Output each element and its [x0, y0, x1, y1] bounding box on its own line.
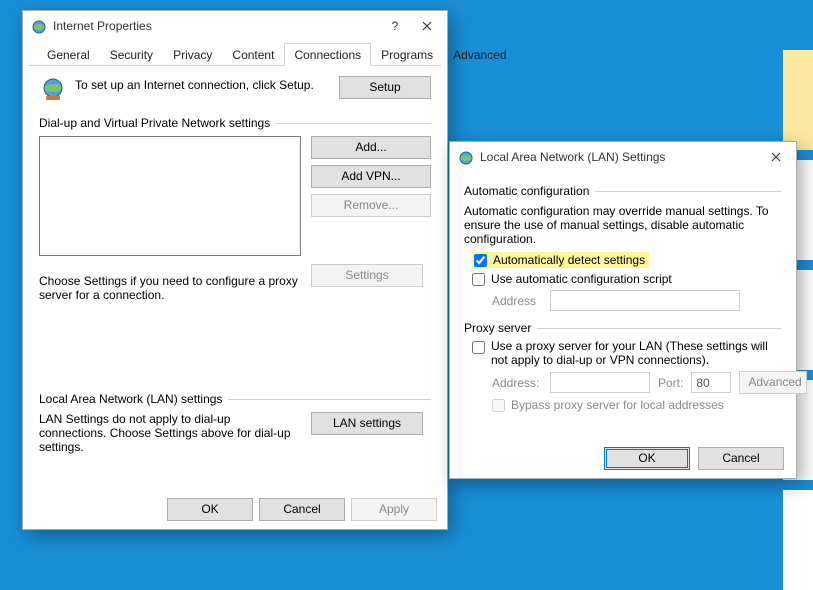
auto-detect-checkbox[interactable] [474, 254, 487, 267]
bypass-checkbox [492, 399, 505, 412]
auto-script-checkbox-row[interactable]: Use automatic configuration script [472, 272, 782, 286]
divider [228, 399, 431, 400]
dialup-heading: Dial-up and Virtual Private Network sett… [39, 116, 270, 130]
globe-plug-icon [39, 76, 67, 104]
proxy-address-input [550, 372, 650, 393]
proxy-address-row: Address: Port: Advanced [492, 371, 782, 394]
lan-heading: Local Area Network (LAN) settings [39, 392, 222, 406]
setup-instruction-text: To set up an Internet connection, click … [75, 76, 331, 92]
close-button[interactable] [760, 144, 792, 170]
script-address-input [550, 290, 740, 311]
window-title: Local Area Network (LAN) Settings [480, 150, 760, 164]
divider [537, 328, 782, 329]
auto-detect-checkbox-row[interactable]: Automatically detect settings [472, 252, 649, 268]
setup-button[interactable]: Setup [339, 76, 431, 99]
use-proxy-label: Use a proxy server for your LAN (These s… [491, 339, 782, 367]
tab-security[interactable]: Security [100, 43, 163, 66]
ok-button[interactable]: OK [604, 447, 690, 470]
tab-general[interactable]: General [37, 43, 100, 66]
lan-description-text: LAN Settings do not apply to dial-up con… [39, 412, 301, 454]
dialog-footer: OK Cancel Apply [167, 498, 437, 521]
use-proxy-checkbox[interactable] [472, 341, 485, 354]
script-address-row: Address [492, 290, 782, 311]
bypass-label: Bypass proxy server for local addresses [511, 398, 724, 412]
tab-programs[interactable]: Programs [371, 43, 443, 66]
settings-button: Settings [311, 264, 423, 287]
advanced-button: Advanced [739, 371, 807, 394]
address-label: Address [492, 294, 542, 308]
lan-settings-button[interactable]: LAN settings [311, 412, 423, 435]
add-button[interactable]: Add... [311, 136, 431, 159]
internet-properties-window: Internet Properties ? General Security P… [22, 10, 448, 530]
proxy-heading: Proxy server [464, 321, 531, 335]
automatic-config-heading: Automatic configuration [464, 184, 589, 198]
automatic-config-paragraph: Automatic configuration may override man… [464, 204, 782, 246]
bypass-checkbox-row: Bypass proxy server for local addresses [492, 398, 782, 412]
titlebar[interactable]: Internet Properties ? [23, 11, 447, 41]
tab-connections[interactable]: Connections [284, 43, 371, 66]
add-vpn-button[interactable]: Add VPN... [311, 165, 431, 188]
help-button[interactable]: ? [379, 13, 411, 39]
tab-privacy[interactable]: Privacy [163, 43, 222, 66]
tabs-row: General Security Privacy Content Connect… [29, 41, 441, 66]
proxy-port-label: Port: [658, 376, 683, 390]
cancel-button[interactable]: Cancel [259, 498, 345, 521]
use-proxy-checkbox-row[interactable]: Use a proxy server for your LAN (These s… [472, 339, 782, 367]
auto-script-label: Use automatic configuration script [491, 272, 672, 286]
tab-content[interactable]: Content [222, 43, 284, 66]
titlebar[interactable]: Local Area Network (LAN) Settings [450, 142, 796, 172]
remove-button: Remove... [311, 194, 431, 217]
dialup-connections-listbox[interactable] [39, 136, 301, 256]
internet-options-icon [458, 149, 474, 165]
tab-advanced[interactable]: Advanced [443, 43, 516, 66]
apply-button: Apply [351, 498, 437, 521]
proxy-port-input [691, 372, 731, 393]
lan-settings-window: Local Area Network (LAN) Settings Automa… [449, 141, 797, 479]
window-title: Internet Properties [53, 19, 379, 33]
ok-button[interactable]: OK [167, 498, 253, 521]
divider [276, 123, 431, 124]
choose-settings-text: Choose Settings if you need to configure… [39, 274, 301, 302]
proxy-address-label: Address: [492, 376, 542, 390]
cancel-button[interactable]: Cancel [698, 447, 784, 470]
lan-dialog-body: Automatic configuration Automatic config… [450, 172, 796, 420]
internet-options-icon [31, 18, 47, 34]
close-button[interactable] [411, 13, 443, 39]
auto-detect-label: Automatically detect settings [493, 253, 645, 267]
auto-script-checkbox[interactable] [472, 273, 485, 286]
divider [595, 191, 782, 192]
dialog-footer: OK Cancel [604, 447, 784, 470]
tab-content-area: To set up an Internet connection, click … [23, 66, 447, 458]
